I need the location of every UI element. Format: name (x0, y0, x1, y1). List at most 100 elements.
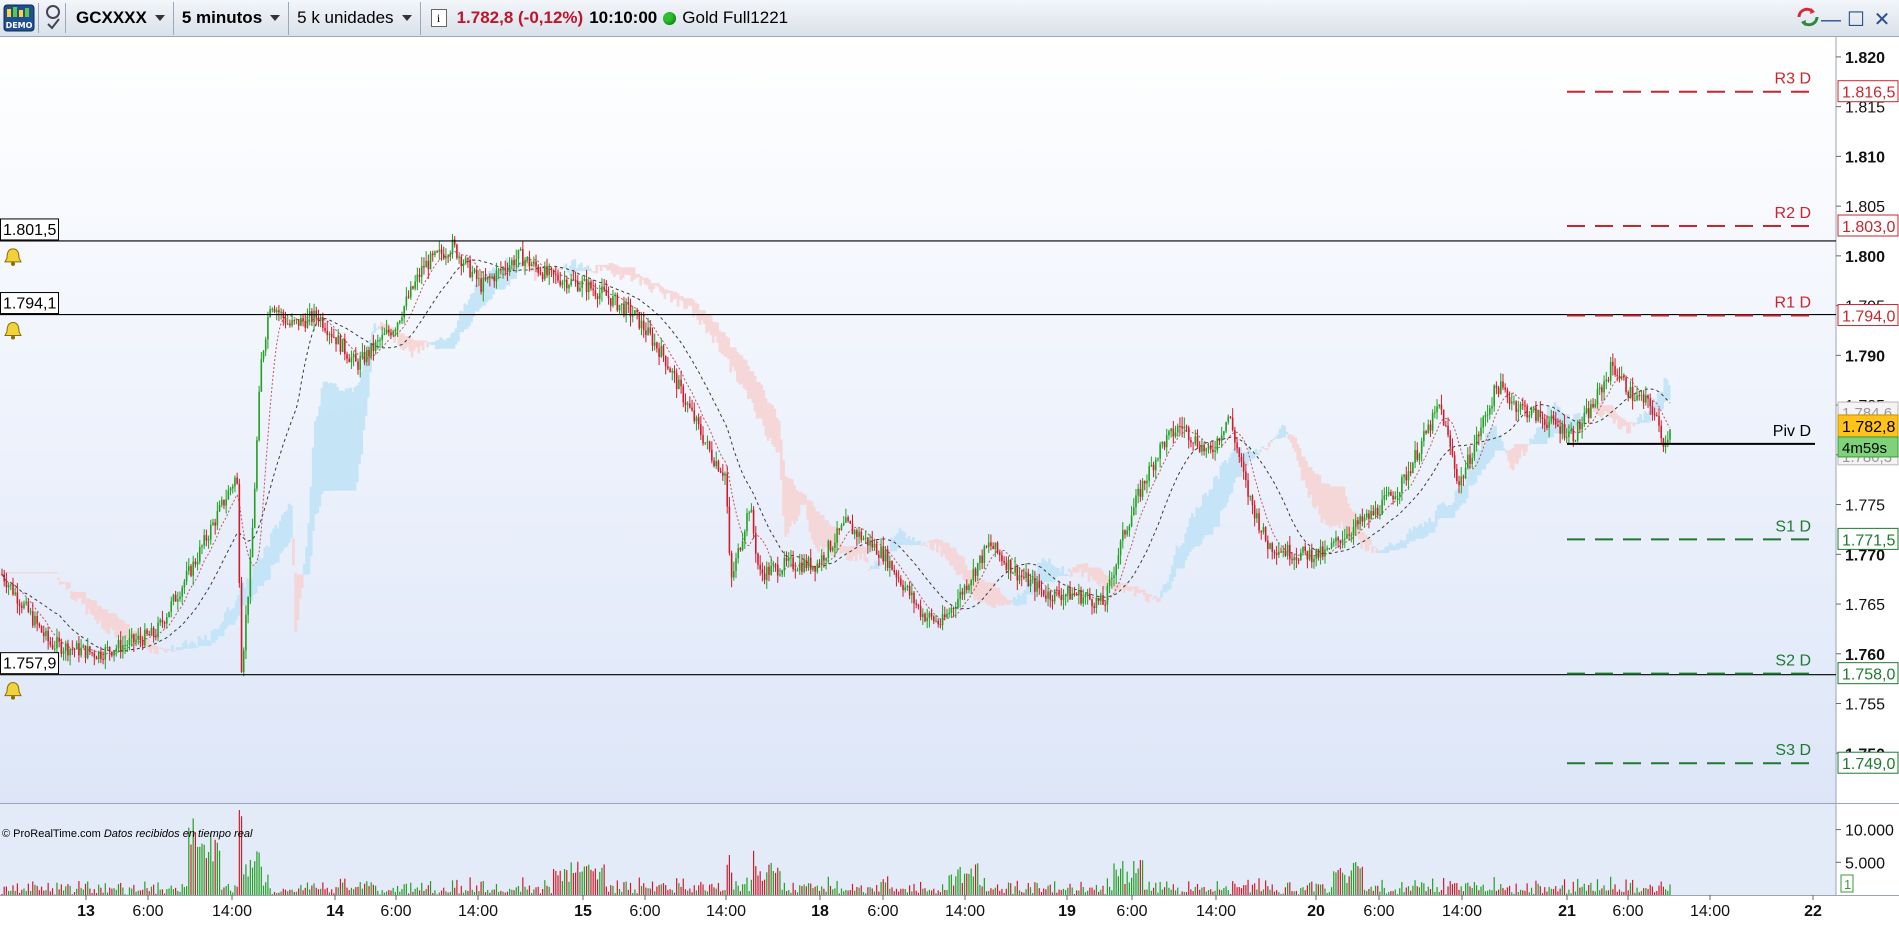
cloud-segment (564, 263, 568, 269)
candle-body (480, 278, 482, 292)
candle-body (1086, 593, 1089, 596)
candle-body (286, 323, 289, 325)
candle-body (449, 253, 452, 257)
candle-body (1115, 564, 1117, 576)
candle-body (431, 253, 434, 256)
candle-body (891, 561, 893, 570)
candle-body (447, 256, 449, 258)
info-icon[interactable]: i (430, 9, 447, 27)
candle-body (20, 605, 23, 608)
candle-body (1482, 417, 1485, 428)
candle-body (242, 650, 245, 673)
candle-body (1051, 599, 1054, 602)
candle-body (1636, 395, 1638, 400)
candle-body (1493, 385, 1495, 407)
candle-body (684, 402, 687, 405)
candle-body (113, 651, 115, 656)
contract-name: Gold Full1221 (682, 8, 789, 27)
candle-body (594, 290, 597, 296)
candle-body (396, 322, 399, 331)
time-tick-label: 6:00 (1363, 903, 1394, 920)
candle-body (563, 279, 566, 282)
candle-body (405, 296, 408, 307)
candle-body (1148, 466, 1150, 481)
candle-body (1594, 404, 1597, 408)
candle-body (1196, 436, 1199, 447)
candle-body (1423, 431, 1425, 442)
time-tick-label: 14:00 (1442, 903, 1482, 920)
candle-body (636, 310, 638, 312)
units-selector[interactable]: 5 k unidades (289, 1, 421, 35)
candle-body (1381, 499, 1383, 515)
candle-body (1049, 591, 1052, 600)
candle-body (829, 540, 832, 551)
candle-body (1095, 597, 1098, 609)
cloud-segment (1502, 448, 1506, 451)
minimize-button[interactable]: — (1821, 9, 1841, 31)
close-button[interactable]: ✕ (1873, 9, 1891, 31)
candle-body (1620, 376, 1623, 379)
candle-body (174, 594, 177, 602)
candle-body (201, 545, 203, 548)
candle-body (979, 555, 981, 564)
candle-body (1552, 415, 1555, 419)
link-icon[interactable] (43, 2, 63, 34)
candle-body (1563, 423, 1566, 438)
demo-icon[interactable]: DEMO (2, 2, 36, 34)
candle-body (9, 584, 12, 586)
candle-body (913, 592, 915, 604)
price-tick-label: 1.755 (1845, 697, 1885, 714)
candle-body (1071, 593, 1074, 600)
realtime-text: Datos recibidos en tiempo real (103, 828, 253, 840)
candle-body (1229, 416, 1232, 418)
candle-body (456, 244, 458, 258)
candle-body (526, 257, 529, 261)
candle-body (1093, 606, 1096, 609)
cloud-segment (1149, 594, 1152, 597)
candle-body (1236, 442, 1238, 449)
candle-body (761, 569, 764, 574)
instrument-selector[interactable]: GCXXXX (68, 1, 174, 35)
candle-body (71, 648, 74, 650)
candle-body (592, 288, 594, 291)
price-chart[interactable]: 1.8201.8151.8101.8051.8001.7951.7901.785… (0, 37, 1899, 923)
candle-body (311, 311, 313, 323)
candle-body (1313, 558, 1315, 563)
candle-body (93, 652, 96, 658)
candle-body (1436, 406, 1438, 413)
cloud-segment (1270, 439, 1273, 443)
time-tick-label: 6:00 (867, 903, 898, 920)
candle-body (807, 557, 810, 569)
candle-body (205, 535, 208, 541)
cloud-segment (588, 268, 592, 272)
candle-body (7, 585, 10, 588)
timeframe-selector[interactable]: 5 minutos (174, 1, 290, 35)
candle-body (1269, 543, 1271, 550)
candle-body (818, 563, 821, 565)
cloud-segment (1259, 449, 1262, 452)
candle-body (695, 417, 698, 422)
candle-body (1141, 480, 1144, 497)
sync-icon[interactable] (1795, 6, 1819, 33)
candle-body (111, 651, 113, 656)
candle-body (1064, 594, 1067, 597)
candle-body (1403, 474, 1405, 478)
chart-canvas[interactable]: 1.8201.8151.8101.8051.8001.7951.7901.785… (0, 37, 1899, 923)
candle-body (522, 248, 524, 266)
candle-body (1256, 513, 1258, 519)
candle-body (12, 584, 14, 595)
candle-body (1003, 560, 1005, 563)
candle-body (1007, 559, 1010, 570)
candle-body (895, 572, 898, 578)
candle-body (1651, 406, 1654, 415)
time-tick-label: 21 (1558, 903, 1576, 920)
candle-body (420, 266, 423, 277)
time-tick-label: 20 (1307, 903, 1325, 920)
candle-body (618, 304, 621, 311)
candle-body (541, 274, 544, 280)
toolbar: DEMO GCXXXX 5 minutos 5 k unidades i 1.7… (0, 0, 1899, 37)
candle-body (1524, 405, 1526, 407)
candle-body (1535, 407, 1537, 421)
maximize-button[interactable]: ☐ (1847, 9, 1865, 31)
candle-body (86, 646, 89, 658)
